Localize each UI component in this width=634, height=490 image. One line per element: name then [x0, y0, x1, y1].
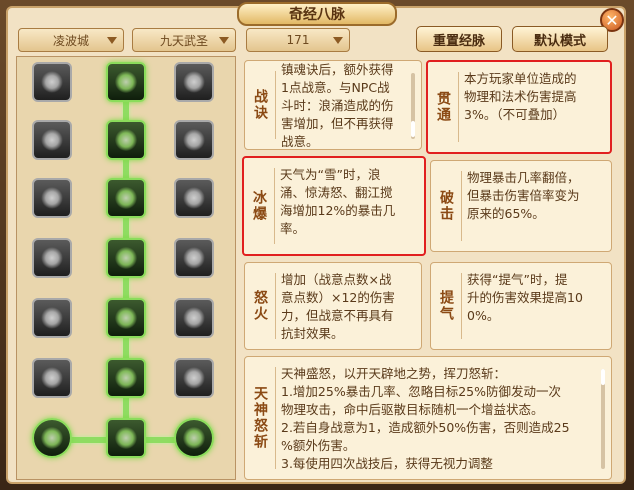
divider	[275, 273, 276, 339]
divider	[275, 71, 276, 139]
dragon-icon	[183, 187, 205, 209]
meridian-window: 奇经八脉 ✕ 凌波城 九天武圣 171 重置经脉 默认模式 战诀 镇魂诀后，额外…	[0, 0, 634, 490]
card-label: 战诀	[252, 89, 268, 121]
card-label: 冰爆	[251, 190, 267, 222]
meridian-node[interactable]	[32, 178, 72, 218]
monk-icon	[183, 71, 205, 93]
school-dropdown-value: 九天武圣	[159, 33, 208, 48]
meridian-node[interactable]	[106, 418, 146, 458]
meridian-node[interactable]	[174, 238, 214, 278]
divider	[274, 168, 275, 244]
banner-icon	[115, 71, 137, 93]
level-dropdown-value: 171	[286, 33, 310, 47]
meridian-node[interactable]	[32, 358, 72, 398]
card-label: 天神怒斩	[252, 386, 268, 450]
school-dropdown[interactable]: 九天武圣	[132, 28, 236, 52]
meridian-node[interactable]	[174, 62, 214, 102]
meridian-node[interactable]	[174, 120, 214, 160]
meridian-node[interactable]	[106, 62, 146, 102]
meridian-node[interactable]	[106, 120, 146, 160]
meridian-node[interactable]	[174, 358, 214, 398]
card-bingbao[interactable]: 冰爆 天气为“雪”时，浪 涌、惊涛怒、翻江搅 海增加12%的暴击几 率。	[242, 156, 426, 256]
blades-icon	[41, 247, 63, 269]
card-label: 怒火	[252, 290, 268, 322]
sect-dropdown-value: 凌波城	[52, 33, 89, 48]
arrows-icon	[41, 367, 63, 389]
orb-icon	[41, 427, 63, 449]
meridian-node[interactable]	[106, 358, 146, 398]
meridian-node[interactable]	[32, 120, 72, 160]
fist-icon	[41, 71, 63, 93]
orb-icon	[183, 427, 205, 449]
scrollbar[interactable]	[601, 369, 605, 469]
muscle-icon	[41, 187, 63, 209]
card-tianshen[interactable]: 天神怒斩 天神盛怒，以开天辟地之势，挥刀怒斩： 1.增加25%暴击几率、忽略目标…	[244, 356, 612, 480]
card-text: 增加（战意点数×战 意点数）×12的伤害 力，但战意不再具有 抗封效果。	[281, 272, 395, 341]
card-label: 提气	[438, 290, 454, 322]
card-guantong[interactable]: 贯通 本方玩家单位造成的 物理和法术伤害提高 3%。（不可叠加）	[426, 60, 612, 154]
meridian-node[interactable]	[174, 418, 214, 458]
meridian-node[interactable]	[32, 418, 72, 458]
sect-dropdown[interactable]: 凌波城	[18, 28, 124, 52]
card-poji[interactable]: 破击 物理暴击几率翻倍， 但暴击伤害倍率变为 原来的65%。	[430, 160, 612, 252]
meridian-node[interactable]	[106, 178, 146, 218]
warrior-icon	[115, 129, 137, 151]
meridian-node[interactable]	[32, 62, 72, 102]
lightning-icon	[115, 367, 137, 389]
card-nuhuo[interactable]: 怒火 增加（战意点数×战 意点数）×12的伤害 力，但战意不再具有 抗封效果。	[244, 262, 422, 350]
snowflake-icon	[115, 187, 137, 209]
wave-slash-icon	[115, 247, 137, 269]
chevron-down-icon	[333, 37, 343, 44]
meridian-node[interactable]	[32, 238, 72, 278]
level-dropdown[interactable]: 171	[246, 28, 350, 52]
swirl-icon	[183, 129, 205, 151]
scrollbar-thumb[interactable]	[601, 369, 605, 385]
reset-meridian-button[interactable]: 重置经脉	[416, 26, 502, 52]
meditate-icon	[183, 367, 205, 389]
meridian-node[interactable]	[174, 178, 214, 218]
card-zhanjue[interactable]: 战诀 镇魂诀后，额外获得 1点战意。与NPC战 斗时：浪涌造成的伤 害增加，但不…	[244, 60, 422, 150]
card-text: 物理暴击几率翻倍， 但暴击伤害倍率变为 原来的65%。	[467, 170, 580, 221]
card-text: 获得“提气”时，提 升的伤害效果提高10 0%。	[467, 272, 583, 323]
cloud-icon	[183, 247, 205, 269]
mountain-icon	[183, 307, 205, 329]
meridian-node[interactable]	[32, 298, 72, 338]
claw-slash-icon	[115, 427, 137, 449]
title-bar: 奇经八脉	[0, 0, 634, 26]
divider	[458, 72, 459, 142]
spiral-icon	[41, 129, 63, 151]
chevron-down-icon	[107, 37, 117, 44]
divider	[461, 273, 462, 339]
scrollbar[interactable]	[411, 73, 415, 139]
meridian-node[interactable]	[106, 238, 146, 278]
meridian-node[interactable]	[106, 298, 146, 338]
card-tiqi[interactable]: 提气 获得“提气”时，提 升的伤害效果提高10 0%。	[430, 262, 612, 350]
card-text: 镇魂诀后，额外获得 1点战意。与NPC战 斗时：浪涌造成的伤 害增加，但不再获得…	[281, 62, 394, 149]
scrollbar-thumb[interactable]	[411, 121, 415, 137]
window-title: 奇经八脉	[237, 2, 397, 26]
card-text: 本方玩家单位造成的 物理和法术伤害提高 3%。（不可叠加）	[464, 71, 577, 122]
card-text: 天神盛怒，以开天辟地之势，挥刀怒斩： 1.增加25%暴击几率、忽略目标25%防御…	[281, 366, 570, 471]
divider	[461, 171, 462, 241]
burst-icon	[115, 307, 137, 329]
meridian-node[interactable]	[174, 298, 214, 338]
card-label: 贯通	[435, 91, 451, 123]
card-label: 破击	[438, 190, 454, 222]
flame-icon	[41, 307, 63, 329]
chevron-down-icon	[219, 37, 229, 44]
default-mode-button[interactable]: 默认模式	[512, 26, 608, 52]
divider	[275, 367, 276, 469]
card-text: 天气为“雪”时，浪 涌、惊涛怒、翻江搅 海增加12%的暴击几 率。	[280, 167, 396, 236]
